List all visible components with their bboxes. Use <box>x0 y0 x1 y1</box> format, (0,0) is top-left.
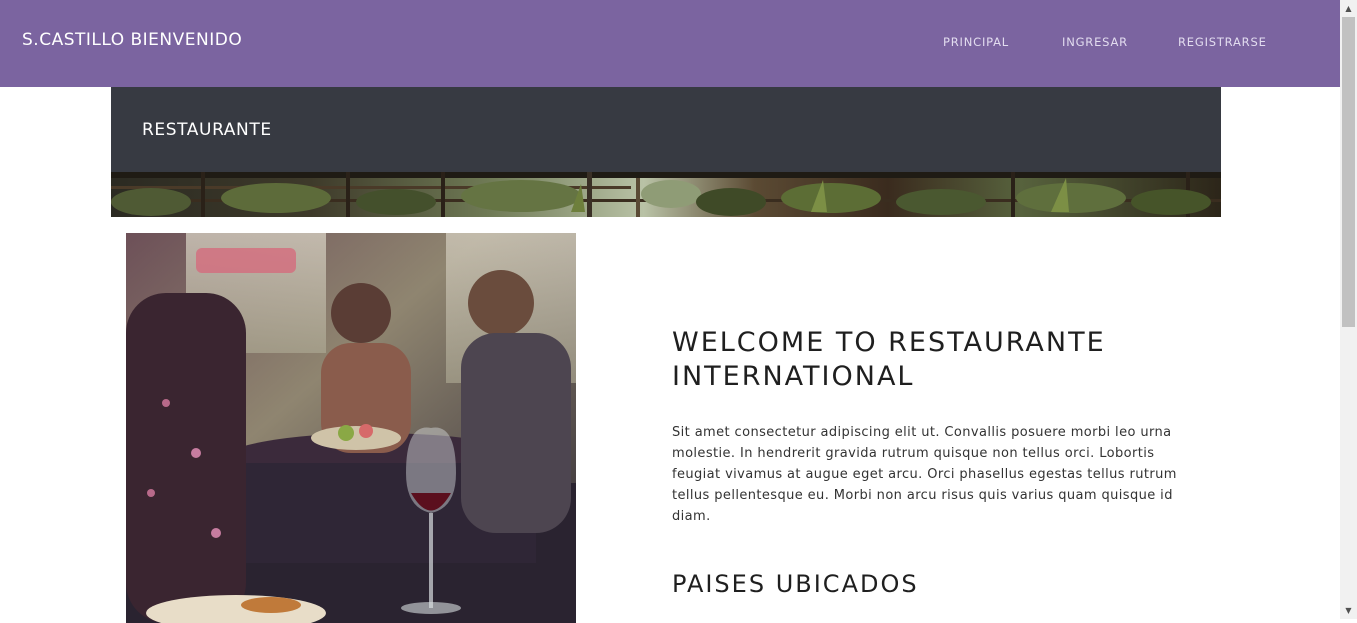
scroll-up-arrow-icon[interactable]: ▲ <box>1340 0 1357 17</box>
welcome-section: WELCOME TO RESTAURANTE INTERNATIONAL Sit… <box>672 326 1202 527</box>
intro-paragraph: Sit amet consectetur adipiscing elit ut.… <box>672 425 1177 524</box>
scroll-down-arrow-icon[interactable]: ▼ <box>1340 602 1357 619</box>
brand-link[interactable]: S.CASTILLO BIENVENIDO <box>22 30 242 50</box>
top-navbar: S.CASTILLO BIENVENIDO PRINCIPAL INGRESAR… <box>0 0 1340 87</box>
nav-link-ingresar[interactable]: INGRESAR <box>1062 35 1128 49</box>
page-title: RESTAURANTE <box>142 120 272 140</box>
welcome-heading: WELCOME TO RESTAURANTE INTERNATIONAL <box>672 327 1106 392</box>
nav-link-registrarse[interactable]: REGISTRARSE <box>1178 35 1267 49</box>
countries-heading: PAISES UBICADOS <box>672 570 919 598</box>
nav-link-principal[interactable]: PRINCIPAL <box>943 35 1009 49</box>
scroll-thumb[interactable] <box>1342 17 1355 327</box>
restaurant-dining-photo <box>126 233 576 623</box>
banner-image <box>111 172 1221 217</box>
page-header: RESTAURANTE <box>111 87 1221 172</box>
dining-scene-illustration <box>126 233 576 623</box>
page-scrollbar[interactable]: ▲ ▼ <box>1340 0 1357 619</box>
banner-greenery-illustration <box>111 172 1221 217</box>
